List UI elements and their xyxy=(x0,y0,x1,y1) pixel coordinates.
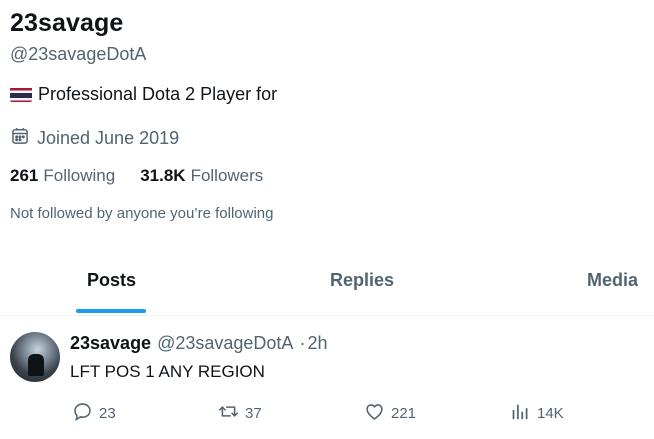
calendar-icon xyxy=(10,126,30,151)
tweet-author-handle[interactable]: @23savageDotA xyxy=(157,333,293,354)
active-tab-indicator xyxy=(76,309,146,313)
reply-count: 23 xyxy=(99,405,116,422)
repost-button[interactable]: 37 xyxy=(218,401,262,426)
tabs-divider xyxy=(0,315,654,316)
repost-icon xyxy=(218,401,239,426)
reply-icon xyxy=(72,401,93,426)
tab-replies[interactable]: Replies xyxy=(330,270,394,291)
thailand-flag-icon xyxy=(10,87,32,102)
followers-link[interactable]: 31.8K Followers xyxy=(140,166,263,186)
tweet-separator: · xyxy=(299,333,306,353)
views-icon xyxy=(510,401,531,426)
profile-bio: Professional Dota 2 Player for xyxy=(10,84,277,105)
profile-stats: 261 Following 31.8K Followers xyxy=(10,166,263,186)
followers-count: 31.8K xyxy=(140,166,186,185)
repost-count: 37 xyxy=(245,405,262,422)
views-count: 14K xyxy=(537,405,564,422)
tweet-header: 23savage @23savageDotA · 2h xyxy=(70,333,327,354)
tweet-time[interactable]: 2h xyxy=(307,333,327,354)
profile-joined: Joined June 2019 xyxy=(10,126,179,151)
following-count: 261 xyxy=(10,166,39,185)
joined-text: Joined June 2019 xyxy=(37,128,180,148)
reply-button[interactable]: 23 xyxy=(72,401,116,426)
following-label: Following xyxy=(43,166,116,185)
heart-icon xyxy=(364,401,385,426)
like-button[interactable]: 221 xyxy=(364,401,416,426)
tab-media[interactable]: Media xyxy=(587,270,638,291)
tab-posts[interactable]: Posts xyxy=(87,270,136,291)
bio-text: Professional Dota 2 Player for xyxy=(38,84,278,104)
tweet-text: LFT POS 1 ANY REGION xyxy=(70,362,265,381)
profile-handle: @23savageDotA xyxy=(10,44,147,64)
like-count: 221 xyxy=(391,405,417,422)
not-followed-notice: Not followed by anyone you’re following xyxy=(10,205,274,222)
followers-label: Followers xyxy=(190,166,264,185)
following-link[interactable]: 261 Following xyxy=(10,166,115,186)
avatar[interactable] xyxy=(10,332,60,382)
profile-display-name: 23savage xyxy=(10,9,124,37)
tweet-author-name[interactable]: 23savage xyxy=(70,333,151,354)
views-button[interactable]: 14K xyxy=(510,401,564,426)
